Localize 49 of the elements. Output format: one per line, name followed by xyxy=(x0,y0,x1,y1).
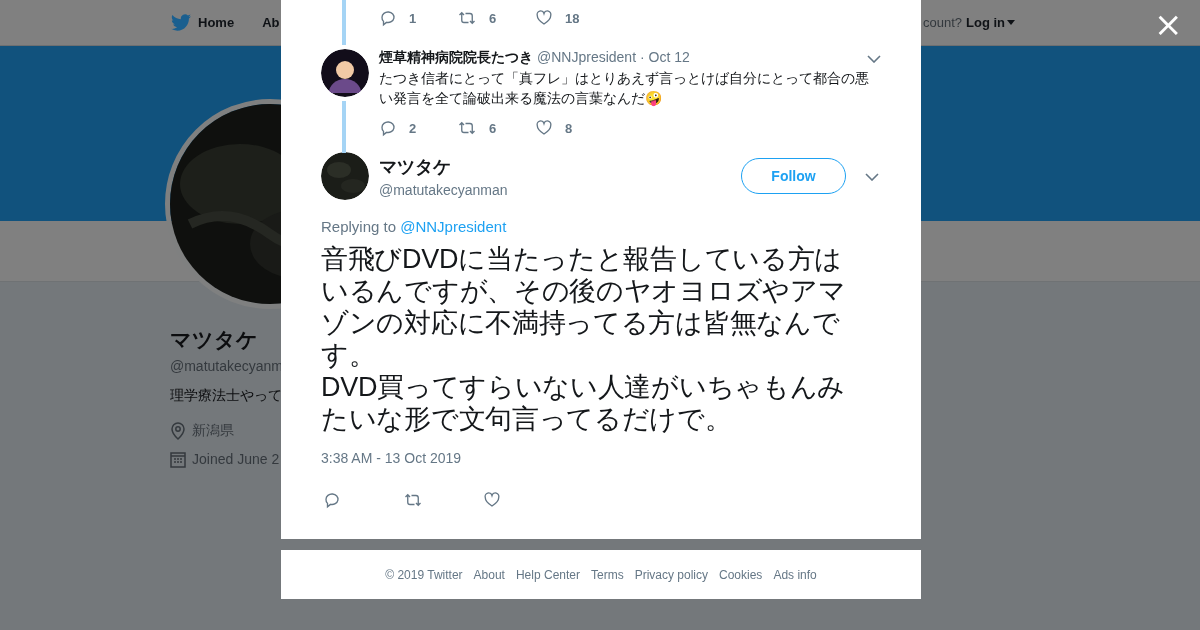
heart-icon[interactable] xyxy=(483,491,501,509)
reply-count: 2 xyxy=(409,120,417,136)
bird-icon xyxy=(171,14,191,31)
login-link[interactable]: Log in xyxy=(966,15,1015,30)
retweet-icon[interactable] xyxy=(457,119,477,137)
retweet-icon[interactable] xyxy=(403,491,423,509)
author-handle[interactable]: @NNJpresident xyxy=(537,49,637,65)
footer-link[interactable]: Privacy policy xyxy=(634,567,708,582)
location-pin-icon xyxy=(170,422,186,440)
reply-icon[interactable] xyxy=(379,119,397,137)
like-count: 18 xyxy=(565,10,580,26)
heart-icon[interactable] xyxy=(535,9,553,27)
retweet-count: 6 xyxy=(489,10,497,26)
author-handle[interactable]: @matutakecyanman xyxy=(379,181,508,198)
calendar-icon xyxy=(170,450,186,468)
profile-location: 新潟県 xyxy=(192,422,234,440)
nav-link[interactable]: Ab xyxy=(262,15,280,30)
mention-link[interactable]: @NNJpresident xyxy=(400,218,507,235)
footer-link[interactable]: Terms xyxy=(591,567,624,582)
copyright-text: © 2019 Twitter xyxy=(385,567,463,582)
tweet-text: 音飛びDVDに当たったと報告している方はいるんですが、その後のヤオヨロズやアマゾンの対応に不満持ってる方は皆無なんです。 DVD買ってすらいない人達がいちゃもんみたいな形で文句言ってるだけで。 xyxy=(321,243,847,435)
nav-link[interactable]: Home xyxy=(171,14,235,31)
profile-joined-date: Joined June 2 xyxy=(192,451,280,467)
account-prompt: count? xyxy=(922,15,962,30)
follow-button[interactable]: Follow xyxy=(741,158,846,194)
retweet-icon[interactable] xyxy=(457,9,477,27)
reply-icon[interactable] xyxy=(379,9,397,27)
tweet-date[interactable]: · Oct 12 xyxy=(640,49,690,65)
heart-icon[interactable] xyxy=(535,119,553,137)
chevron-down-icon[interactable] xyxy=(867,55,881,63)
reply-icon[interactable] xyxy=(323,491,341,509)
profile-bio: 理学療法士やって xyxy=(170,387,282,405)
footer-link[interactable]: Help Center xyxy=(515,567,580,582)
replying-to-text: Replying to @NNJpresident xyxy=(321,218,508,235)
retweet-count: 6 xyxy=(489,120,497,136)
footer-link[interactable]: Ads info xyxy=(773,567,817,582)
profile-handle: @matutakecyanm xyxy=(170,358,284,374)
author-name[interactable]: マツタケ xyxy=(379,154,508,179)
footer-link[interactable]: About xyxy=(473,567,505,582)
tweet-text: たつき信者にとって「真フレ」はとりあえず言っとけば自分にとって都合の悪い発言を全て論破出来る魔法の言葉なんだ🤪 xyxy=(379,69,870,108)
avatar[interactable] xyxy=(321,49,369,97)
caret-icon[interactable] xyxy=(1007,20,1015,25)
author-name[interactable]: 煙草精神病院院長たつき xyxy=(379,49,533,67)
like-count: 8 xyxy=(565,120,573,136)
tweet-timestamp: 3:38 AM - 13 Oct 2019 xyxy=(321,450,463,466)
reply-count: 1 xyxy=(409,10,417,26)
chevron-down-icon[interactable] xyxy=(865,173,879,181)
footer-link[interactable]: Cookies xyxy=(719,567,763,582)
profile-name: マツタケ xyxy=(170,327,258,353)
